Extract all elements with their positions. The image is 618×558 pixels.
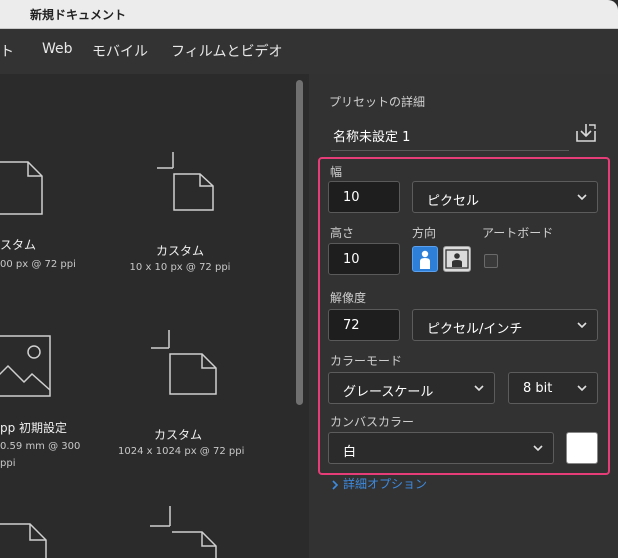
color-mode-label: カラーモード [330,354,403,368]
save-preset-icon[interactable] [575,122,597,144]
resolution-input[interactable]: 72 [328,309,400,341]
chevron-down-icon [474,385,484,392]
preset-size: 00 px @ 72 ppi [0,259,76,270]
window-title-bar: 新規ドキュメント [0,0,618,29]
bit-depth-value: 8 bit [523,381,553,396]
tab-web[interactable]: Web [42,41,73,57]
orientation-portrait-button[interactable] [412,246,438,272]
canvas-color-swatch[interactable] [566,432,598,464]
document-new-icon [151,330,217,395]
preset-size: 1024 x 1024 px @ 72 ppi [118,446,245,457]
preset-size: 0.59 mm @ 300 [0,441,81,452]
width-unit-select[interactable]: ピクセル [412,181,598,213]
canvas-color-label: カンバスカラー [330,415,415,429]
height-label: 高さ [330,226,355,240]
resolution-unit-value: ピクセル/インチ [427,322,523,337]
preset-label: pp 初期設定 [0,421,68,435]
preset-gallery [0,74,309,558]
color-mode-select[interactable]: グレースケール [328,372,495,404]
preset-item-custom-2[interactable]: カスタム 10 x 10 px @ 72 ppi [120,150,240,276]
width-value: 10 [343,190,360,205]
image-icon [0,335,51,397]
advanced-options-link[interactable]: 詳細オプション [331,475,427,492]
width-unit-value: ピクセル [427,194,480,209]
resolution-value: 72 [343,318,360,333]
bit-depth-select[interactable]: 8 bit [508,372,598,404]
width-input[interactable]: 10 [328,181,400,213]
chevron-down-icon [577,385,587,392]
advanced-options-label: 詳細オプション [343,477,428,491]
height-input[interactable]: 10 [328,243,400,275]
orientation-landscape-button[interactable] [443,246,471,272]
height-value: 10 [343,252,360,267]
resolution-unit-select[interactable]: ピクセル/インチ [412,309,598,341]
portrait-person-icon [420,250,430,269]
preset-scrollbar[interactable] [296,80,303,405]
preset-resolution: ppi [0,458,16,469]
orientation-label: 方向 [412,226,437,240]
document-name-field[interactable]: 名称未設定 1 [331,120,569,151]
preset-item-custom-4[interactable]: カスタム 1024 x 1024 px @ 72 ppi [118,328,245,460]
canvas-color-select[interactable]: 白 [328,432,554,464]
document-icon [0,161,43,215]
artboard-checkbox[interactable] [484,254,498,268]
preset-label: カスタム [155,244,204,258]
artboard-label: アートボード [482,226,554,240]
chevron-right-icon [332,479,339,490]
chevron-down-icon [577,322,587,329]
document-icon [0,523,47,558]
window-title: 新規ドキュメント [30,8,127,22]
canvas-color-value: 白 [343,445,357,460]
preset-label: カスタム [153,428,202,442]
preset-item-custom-1[interactable]: スタム 00 px @ 72 ppi [0,150,80,270]
preset-item-app-default[interactable]: pp 初期設定 0.59 mm @ 300 ppi [0,330,80,469]
resolution-label: 解像度 [330,291,367,305]
document-new-icon [157,152,214,211]
document-name-value: 名称未設定 1 [333,130,411,145]
width-label: 幅 [330,165,343,179]
preset-label: スタム [0,238,37,252]
preset-details-heading: プリセットの詳細 [329,95,426,109]
preset-size: 10 x 10 px @ 72 ppi [129,262,231,273]
tab-print[interactable]: ト [0,41,14,61]
document-new-icon [150,506,217,558]
landscape-person-icon [445,249,469,269]
color-mode-value: グレースケール [343,385,434,400]
category-tab-bar: ト Web モバイル フィルムとビデオ [0,29,618,74]
chevron-down-icon [533,445,543,452]
chevron-down-icon [577,194,587,201]
tab-film-video[interactable]: フィルムとビデオ [171,41,282,61]
tab-mobile[interactable]: モバイル [92,41,148,61]
